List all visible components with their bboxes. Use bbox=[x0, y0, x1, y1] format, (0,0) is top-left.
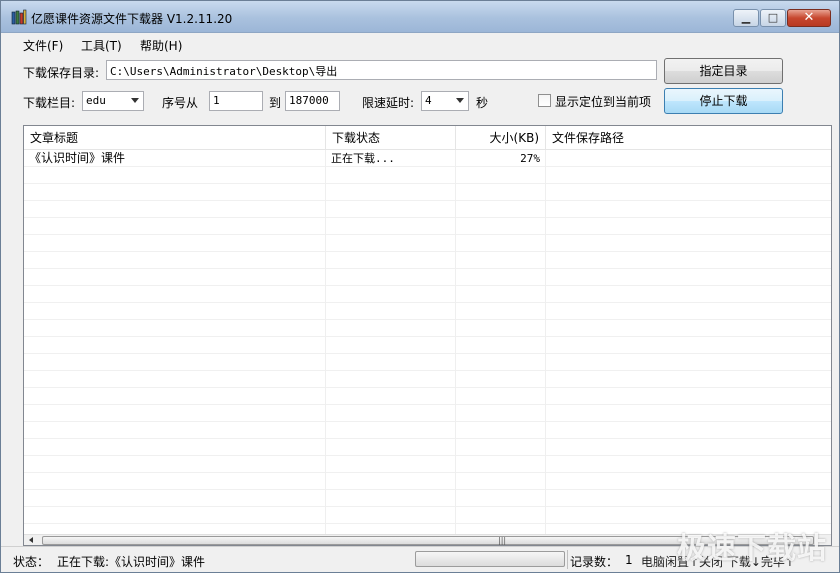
app-window: 亿愿课件资源文件下载器 V1.2.11.20 ▁ □ ✕ 文件(F) 工具(T)… bbox=[0, 0, 840, 573]
maximize-button[interactable]: □ bbox=[760, 9, 786, 27]
status-text: 正在下载:《认识时间》课件 bbox=[57, 555, 206, 569]
seq-from-label: 序号从 bbox=[162, 96, 199, 110]
column-select-value: edu bbox=[86, 94, 106, 107]
menu-file[interactable]: 文件(F) bbox=[23, 37, 63, 54]
status-label: 状态： bbox=[13, 555, 50, 569]
status-separator bbox=[567, 550, 568, 569]
column-header-size[interactable]: 大小(KB) bbox=[456, 126, 546, 150]
column-divider bbox=[325, 150, 326, 534]
window-controls: ▁ □ ✕ bbox=[732, 9, 831, 27]
grip-icon: ||| bbox=[498, 536, 507, 545]
delay-select-value: 4 bbox=[425, 94, 432, 107]
watermark-logo: 极速下载站 bbox=[676, 531, 827, 565]
row-status: 正在下载... bbox=[331, 152, 395, 165]
maximize-icon: □ bbox=[767, 11, 779, 24]
delay-unit-label: 秒 bbox=[476, 96, 489, 110]
chevron-down-icon bbox=[456, 98, 464, 103]
minimize-icon: ▁ bbox=[741, 11, 751, 24]
chevron-down-icon bbox=[131, 98, 139, 103]
records-count: 1 bbox=[625, 553, 633, 567]
menu-bar: 文件(F) 工具(T) 帮助(H) bbox=[1, 34, 839, 54]
table-row[interactable]: 《认识时间》课件 正在下载... 27% bbox=[24, 150, 831, 167]
status-progress-bar bbox=[415, 551, 565, 567]
menu-help[interactable]: 帮助(H) bbox=[140, 37, 182, 54]
choose-dir-button[interactable]: 指定目录 bbox=[664, 58, 783, 84]
show-current-checkbox[interactable] bbox=[538, 94, 551, 107]
row-path bbox=[551, 150, 826, 167]
column-label: 下载栏目: bbox=[23, 96, 76, 110]
seq-to-label: 到 bbox=[269, 96, 282, 110]
column-divider bbox=[545, 150, 546, 534]
close-icon: ✕ bbox=[803, 10, 815, 25]
list-body: 《认识时间》课件 正在下载... 27% bbox=[24, 150, 831, 534]
window-title: 亿愿课件资源文件下载器 V1.2.11.20 bbox=[31, 12, 233, 26]
seq-to-input[interactable]: 187000 bbox=[285, 91, 340, 111]
title-bar: 亿愿课件资源文件下载器 V1.2.11.20 ▁ □ ✕ bbox=[1, 1, 839, 33]
minimize-button[interactable]: ▁ bbox=[733, 9, 759, 27]
save-dir-input[interactable]: C:\Users\Administrator\Desktop\导出 bbox=[106, 60, 657, 80]
column-select[interactable]: edu bbox=[82, 91, 144, 111]
column-header-title[interactable]: 文章标题 bbox=[24, 126, 326, 150]
menu-tools[interactable]: 工具(T) bbox=[81, 37, 122, 54]
scroll-left-icon[interactable] bbox=[29, 537, 33, 543]
column-header-path[interactable]: 文件保存路径 bbox=[546, 126, 831, 150]
delay-label: 限速延时: bbox=[362, 96, 415, 110]
close-button[interactable]: ✕ bbox=[787, 9, 831, 27]
column-divider bbox=[455, 150, 456, 534]
column-header-status[interactable]: 下载状态 bbox=[326, 126, 456, 150]
records-label: 记录数： bbox=[570, 555, 619, 569]
show-current-label: 显示定位到当前项 bbox=[555, 95, 652, 109]
seq-from-input[interactable]: 1 bbox=[209, 91, 263, 111]
row-size: 27% bbox=[520, 152, 540, 165]
download-list[interactable]: 文章标题 下载状态 大小(KB) 文件保存路径 《认识时间》课件 正在下载...… bbox=[23, 125, 832, 546]
stop-download-button[interactable]: 停止下载 bbox=[664, 88, 783, 114]
row-title: 《认识时间》课件 bbox=[29, 151, 126, 165]
app-books-icon bbox=[11, 9, 27, 25]
save-dir-label: 下载保存目录: bbox=[23, 66, 100, 80]
list-header: 文章标题 下载状态 大小(KB) 文件保存路径 bbox=[24, 126, 831, 150]
delay-select[interactable]: 4 bbox=[421, 91, 469, 111]
